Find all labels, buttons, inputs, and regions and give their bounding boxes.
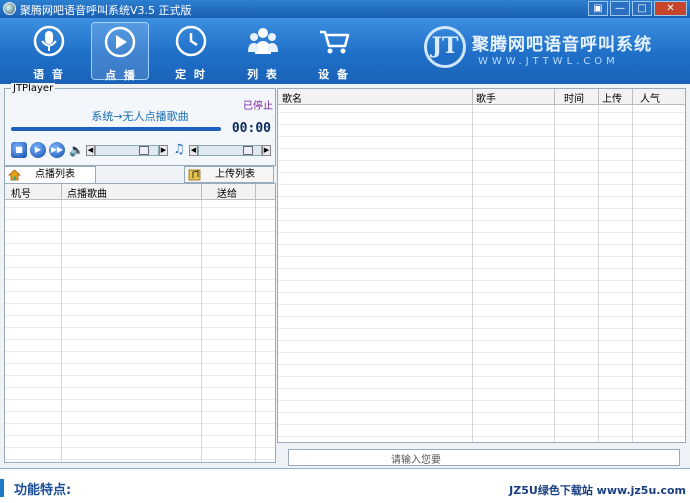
music-note-icon: ♫ — [173, 142, 185, 157]
brand-name: 聚腾网吧语音呼叫系统 — [472, 35, 652, 55]
col-song-name: 歌名 — [282, 94, 302, 105]
footer-banner: 功能特点: JZ5U绿色下载站 www.jz5u.com — [0, 468, 690, 503]
message-input[interactable]: 请输入您要 — [288, 449, 680, 466]
main-toolbar: 语 音 点 播 定 时 列 表 设 备 JT 聚腾网吧语音呼叫系统 WWW.JT… — [0, 18, 690, 84]
volume-right-arrow[interactable]: ▶ — [159, 145, 168, 156]
balance-thumb[interactable] — [243, 146, 253, 155]
next-button[interactable]: ▶▶ — [49, 142, 65, 158]
volume-left-arrow[interactable]: ◀ — [86, 145, 95, 156]
play-button[interactable]: ▶ — [30, 142, 46, 158]
player-caption: JTPlayer — [11, 83, 56, 94]
left-tabs: 点播列表 上传列表 — [4, 166, 276, 184]
song-header: 歌名 歌手 时间 上传 人气 — [278, 89, 685, 105]
home-icon — [8, 169, 21, 181]
progress-bar[interactable] — [11, 127, 221, 131]
device-label: 设 备 — [318, 68, 350, 81]
play-time: 00:00 — [231, 121, 271, 136]
timer-label: 定 时 — [175, 68, 207, 81]
tab-on-demand-label: 点播列表 — [35, 169, 75, 180]
balance-slider[interactable] — [198, 145, 262, 156]
users-icon — [248, 28, 278, 54]
on-demand-label: 点 播 — [105, 69, 137, 82]
volume-thumb[interactable] — [139, 146, 149, 155]
balance-right-arrow[interactable]: ▶ — [262, 145, 271, 156]
volume-slider[interactable] — [95, 145, 159, 156]
device-button[interactable]: 设 备 — [305, 22, 363, 81]
col-seat-no: 机号 — [11, 189, 31, 200]
footer-accent-bar — [0, 479, 4, 497]
brand-url: WWW.JTTWL.COM — [478, 56, 619, 67]
jt-player: JTPlayer 已停止 系统→无人点播歌曲 00:00 ■ ▶ ▶▶ 🔈 ◀ … — [4, 83, 276, 166]
watermark-site: JZ5U绿色下载站 www.jz5u.com — [509, 484, 686, 497]
voice-label: 语 音 — [33, 68, 65, 81]
balance-left-arrow[interactable]: ◀ — [189, 145, 198, 156]
col-duration: 时间 — [564, 94, 584, 105]
clock-icon — [175, 25, 207, 57]
col-artist: 歌手 — [476, 94, 496, 105]
restore-button[interactable]: ▣ — [588, 1, 608, 16]
music-folder-icon — [188, 169, 201, 181]
on-demand-button[interactable]: 点 播 — [91, 22, 149, 82]
play-icon — [104, 26, 136, 58]
window-title: 聚腾网吧语音呼叫系统V3.5 正式版 — [20, 4, 192, 17]
voice-button[interactable]: 语 音 — [20, 22, 78, 81]
list-button[interactable]: 列 表 — [234, 22, 292, 81]
song-table[interactable]: 歌名 歌手 时间 上传 人气 — [277, 88, 686, 443]
tab-on-demand-list[interactable]: 点播列表 — [4, 166, 96, 183]
cart-icon — [320, 30, 350, 54]
list-label: 列 表 — [247, 68, 279, 81]
app-icon — [3, 2, 16, 15]
volume-icon: 🔈 — [69, 143, 84, 157]
tab-upload-list[interactable]: 上传列表 — [184, 166, 274, 183]
minimize-button[interactable]: — — [610, 1, 630, 16]
title-bar: 聚腾网吧语音呼叫系统V3.5 正式版 ▣ — □ ✕ — [0, 0, 690, 18]
col-popularity: 人气 — [640, 94, 660, 105]
brand-logo: JT 聚腾网吧语音呼叫系统 WWW.JTTWL.COM — [420, 24, 660, 80]
maximize-button[interactable]: □ — [632, 1, 652, 16]
col-send-to: 送给 — [217, 189, 237, 200]
message-placeholder: 请输入您要 — [391, 455, 441, 466]
app-window: 聚腾网吧语音呼叫系统V3.5 正式版 ▣ — □ ✕ 语 音 点 播 定 时 列… — [0, 0, 690, 468]
timer-button[interactable]: 定 时 — [162, 22, 220, 81]
on-demand-header: 机号 点播歌曲 送给 — [5, 184, 275, 200]
features-heading: 功能特点: — [14, 483, 72, 498]
microphone-icon — [33, 25, 65, 57]
stop-button[interactable]: ■ — [11, 142, 27, 158]
tab-upload-label: 上传列表 — [215, 169, 255, 180]
close-button[interactable]: ✕ — [654, 1, 687, 16]
brand-mark: JT — [424, 26, 466, 68]
col-upload: 上传 — [602, 94, 622, 105]
on-demand-table[interactable]: 机号 点播歌曲 送给 — [4, 183, 276, 463]
col-song: 点播歌曲 — [67, 189, 107, 200]
